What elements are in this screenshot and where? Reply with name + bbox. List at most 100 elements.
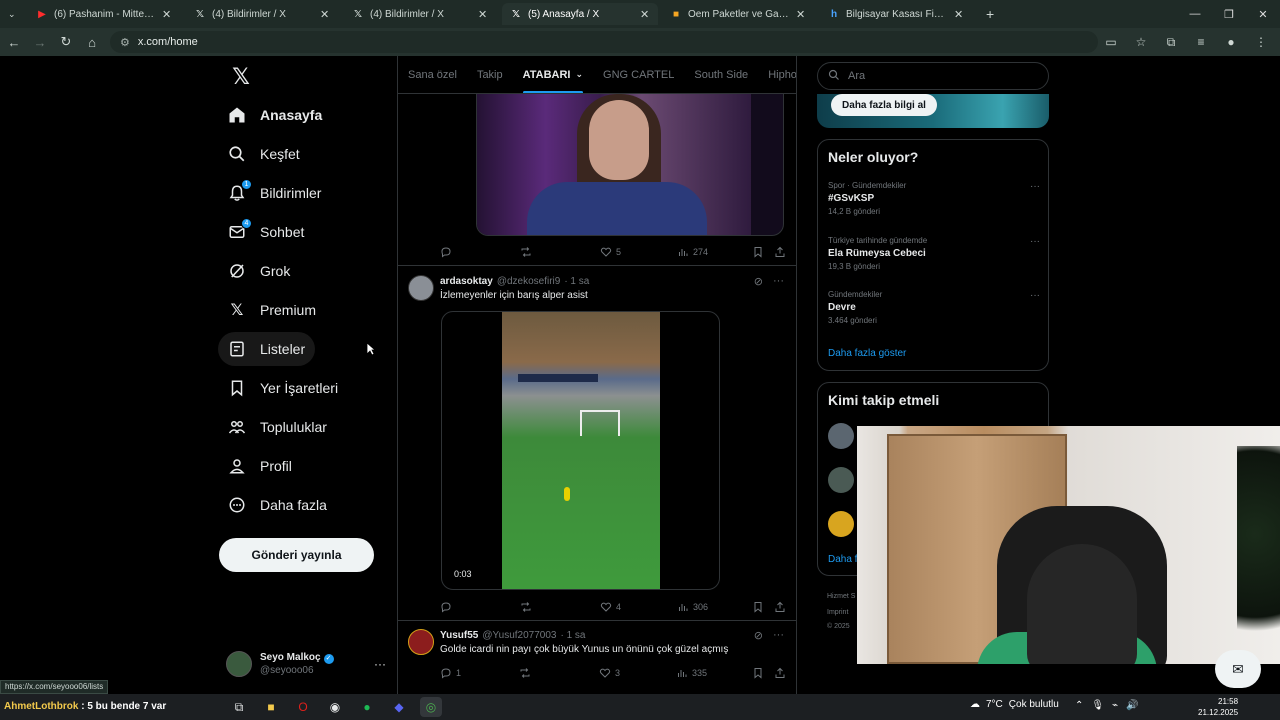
tweet-author-handle[interactable]: @dzekosefiri9 xyxy=(497,276,561,287)
discord-icon[interactable]: ◆ xyxy=(388,697,410,717)
post-media-video[interactable]: 0:03 xyxy=(441,311,720,590)
nav-item-grok[interactable]: Grok xyxy=(218,254,300,288)
repost-button[interactable] xyxy=(520,601,536,613)
chrome-icon[interactable]: ◎ xyxy=(420,697,442,717)
more-options-icon[interactable]: ··· xyxy=(1030,236,1040,247)
avatar[interactable] xyxy=(828,467,854,493)
views-button[interactable]: 306 xyxy=(677,601,708,613)
more-options-icon[interactable]: ··· xyxy=(773,275,784,288)
browser-tab[interactable]: 𝕏 (4) Bildirimler / X ✕ xyxy=(186,3,338,25)
task-view-icon[interactable]: ⧉ xyxy=(228,697,250,717)
close-icon[interactable]: ✕ xyxy=(320,8,330,21)
media-icon[interactable]: ≡ xyxy=(1188,30,1214,54)
spotify-icon[interactable]: ● xyxy=(356,697,378,717)
nav-item-chat[interactable]: 4 Sohbet xyxy=(218,215,314,249)
views-button[interactable]: 274 xyxy=(677,246,708,258)
tweet-author-handle[interactable]: @Yusuf2077003 xyxy=(482,630,556,641)
bookmark-button[interactable] xyxy=(752,601,764,613)
nav-item-more[interactable]: Daha fazla xyxy=(218,488,337,522)
tab-for-you[interactable]: Sana özel xyxy=(398,56,467,93)
tab-atabari[interactable]: ATABARI ⌄ xyxy=(513,56,593,93)
trend-item[interactable]: Türkiye tarihinde gündemde Ela Rümeysa C… xyxy=(828,236,1040,271)
close-icon[interactable]: ✕ xyxy=(640,8,650,21)
share-button[interactable] xyxy=(774,601,786,613)
reply-button[interactable] xyxy=(440,601,456,613)
browser-tab[interactable]: ■ Oem Paketler ve Gaming Bilgisayar ✕ xyxy=(662,3,814,25)
tweet-time[interactable]: · 1 sa xyxy=(560,630,585,641)
close-window-icon[interactable]: ✕ xyxy=(1246,0,1280,28)
repost-button[interactable] xyxy=(519,667,535,679)
opera-icon[interactable]: O xyxy=(292,697,314,717)
browser-tab[interactable]: ▶ (6) Pashanim - Mittelmeer - YouTube ✕ xyxy=(28,3,180,25)
show-more-link[interactable]: Daha fazla göster xyxy=(828,348,906,359)
network-icon[interactable]: ⌁ xyxy=(1112,700,1118,711)
close-icon[interactable]: ✕ xyxy=(954,8,964,21)
reply-button[interactable] xyxy=(440,246,456,258)
avatar[interactable] xyxy=(828,423,854,449)
weather-widget[interactable]: ☁ 7°C Çok bulutlu xyxy=(970,699,1059,710)
clock[interactable]: 21:58 21.12.2025 xyxy=(1198,696,1238,718)
obs-icon[interactable]: ◉ xyxy=(324,697,346,717)
bookmark-button[interactable] xyxy=(752,246,764,258)
grok-icon[interactable]: ⊘ xyxy=(754,629,763,642)
search-input[interactable]: Ara xyxy=(817,62,1049,90)
tweet-author-name[interactable]: Yusuf55 xyxy=(440,630,478,641)
account-switcher[interactable]: Seyo Malkoç ✓ @seyooo06 ··· xyxy=(226,646,386,682)
learn-more-button[interactable]: Daha fazla bilgi al xyxy=(831,94,937,116)
reload-icon[interactable]: ↻ xyxy=(54,30,78,54)
volume-icon[interactable]: 🔊 xyxy=(1126,700,1138,711)
post-media-image[interactable] xyxy=(476,94,784,236)
share-button[interactable] xyxy=(774,246,786,258)
more-options-icon[interactable]: ··· xyxy=(1030,181,1040,192)
tab-following[interactable]: Takip xyxy=(467,56,513,93)
more-options-icon[interactable]: ··· xyxy=(374,657,386,671)
repost-button[interactable] xyxy=(520,246,536,258)
minimize-icon[interactable]: — xyxy=(1178,0,1212,28)
nav-item-explore[interactable]: Keşfet xyxy=(218,137,310,171)
nav-item-profile[interactable]: Profil xyxy=(218,449,302,483)
footer-link[interactable]: Hizmet S xyxy=(827,593,855,600)
x-logo-icon[interactable]: 𝕏 xyxy=(228,64,254,90)
more-options-icon[interactable]: ··· xyxy=(773,629,784,642)
star-icon[interactable]: ☆ xyxy=(1128,30,1154,54)
post-button[interactable]: Gönderi yayınla xyxy=(219,538,374,572)
grok-icon[interactable]: ⊘ xyxy=(754,275,763,288)
nav-item-notifications[interactable]: 1 Bildirimler xyxy=(218,176,331,210)
share-button[interactable] xyxy=(774,667,786,679)
messages-fab[interactable]: ✉ xyxy=(1215,650,1261,688)
like-button[interactable]: 3 xyxy=(599,667,620,679)
nav-item-premium[interactable]: 𝕏 Premium xyxy=(218,293,326,327)
avatar[interactable] xyxy=(408,275,434,301)
profile-avatar[interactable]: ● xyxy=(1218,30,1244,54)
browser-tab-active[interactable]: 𝕏 (5) Anasayfa / X ✕ xyxy=(502,3,658,25)
menu-icon[interactable]: ⋮ xyxy=(1248,30,1274,54)
tab-hiphop[interactable]: Hiphop M xyxy=(758,56,796,93)
mic-icon[interactable]: 🎙 xyxy=(1091,700,1104,711)
nav-item-bookmarks[interactable]: Yer İşaretleri xyxy=(218,371,348,405)
close-icon[interactable]: ✕ xyxy=(162,8,172,21)
tweet-author-name[interactable]: ardasoktay xyxy=(440,276,493,287)
browser-tab[interactable]: h Bilgisayar Kasası Fiyatları & PC Kasa … xyxy=(820,3,972,25)
nav-item-home[interactable]: Anasayfa xyxy=(218,98,332,132)
cast-icon[interactable]: ▭ xyxy=(1098,30,1124,54)
chevron-up-icon[interactable]: ⌃ xyxy=(1075,700,1083,711)
extensions-icon[interactable]: ⧉ xyxy=(1158,30,1184,54)
site-info-icon[interactable]: ⚙ xyxy=(120,36,130,49)
browser-tab[interactable]: 𝕏 (4) Bildirimler / X ✕ xyxy=(344,3,496,25)
new-tab-button[interactable]: + xyxy=(978,3,1000,25)
reply-button[interactable]: 1 xyxy=(440,667,461,679)
bookmark-button[interactable] xyxy=(752,667,764,679)
footer-link[interactable]: Imprint xyxy=(827,609,848,616)
tweet-time[interactable]: · 1 sa xyxy=(564,276,589,287)
forward-icon[interactable]: → xyxy=(28,30,52,54)
file-explorer-icon[interactable]: ■ xyxy=(260,697,282,717)
close-icon[interactable]: ✕ xyxy=(478,8,488,21)
tweet[interactable]: Yusuf55 @Yusuf2077003 · 1 sa ⊘ ··· Golde … xyxy=(408,629,788,669)
avatar[interactable] xyxy=(828,511,854,537)
show-more-link[interactable]: Daha f xyxy=(828,554,857,565)
close-icon[interactable]: ✕ xyxy=(796,8,806,21)
tab-list-button[interactable]: ⌄ xyxy=(0,3,26,25)
trend-item[interactable]: Spor · Gündemdekiler #GSvKSP 14,2 B gönd… xyxy=(828,181,1040,216)
views-button[interactable]: 335 xyxy=(676,667,707,679)
like-button[interactable]: 5 xyxy=(600,246,621,258)
